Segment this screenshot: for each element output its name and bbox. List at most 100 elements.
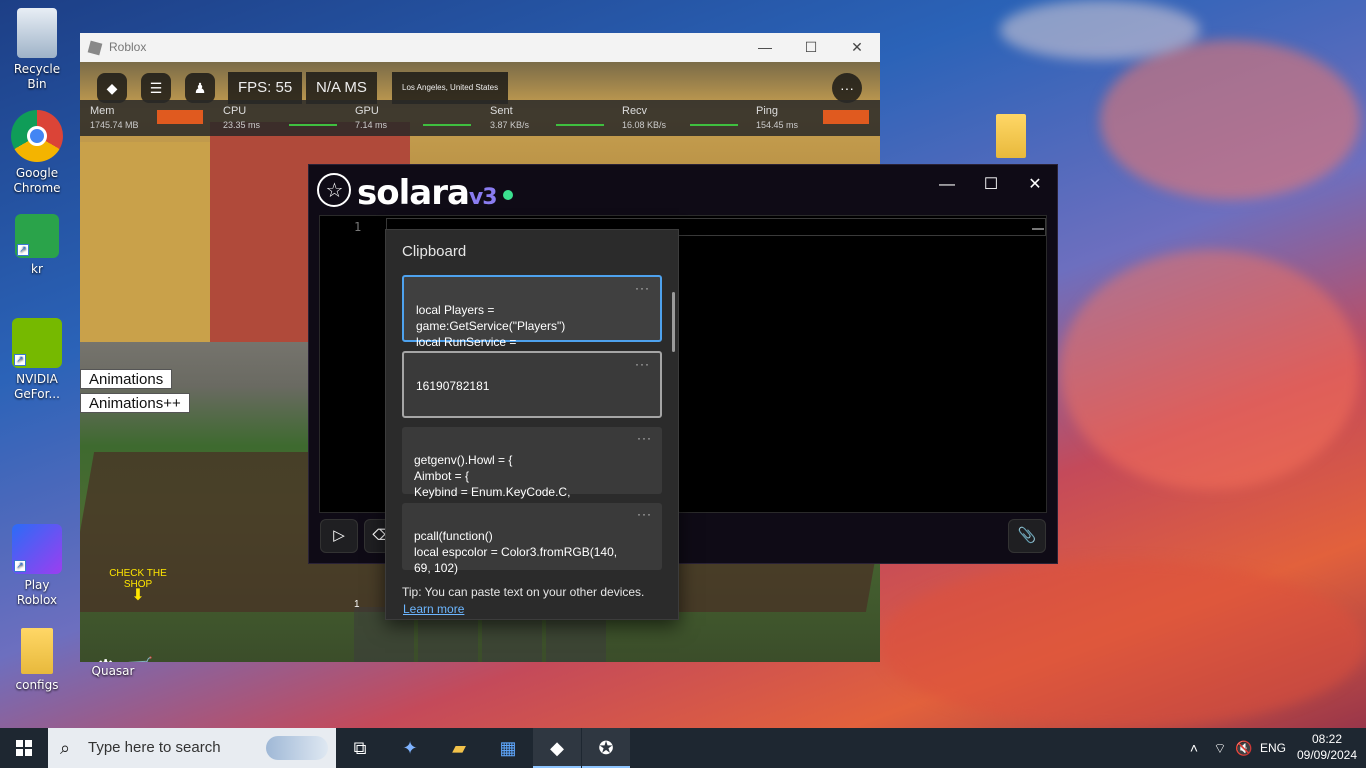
solara-logo-text: solara <box>357 173 470 213</box>
task-view-icon[interactable]: ⧉ <box>336 728 384 768</box>
taskbar: ⌕ Type here to search ⧉ ✦ ▰ ▦ ◆ ✪ ˄ ⌔ 🔇 … <box>0 728 1366 768</box>
search-placeholder: Type here to search <box>88 739 221 756</box>
perf-cpu: CPU 23.35 ms <box>223 100 343 136</box>
solara-version: v3 <box>468 185 498 210</box>
wallpaper-cloud <box>1100 40 1360 200</box>
clock-date: 09/09/2024 <box>1296 748 1358 762</box>
hud-animations[interactable]: Animations <box>80 369 173 389</box>
avatar-icon[interactable]: ♟ <box>185 73 215 103</box>
clipboard-item-text: getgenv().Howl = { Aimbot = { Keybind = … <box>414 453 571 499</box>
volume-muted-icon[interactable]: 🔇 <box>1232 728 1256 768</box>
learn-more-link[interactable]: Learn more <box>403 602 464 616</box>
wallpaper-cloud <box>1060 250 1360 490</box>
mem-bar <box>157 110 203 124</box>
cpu-label: CPU <box>223 105 247 117</box>
hud-animations-plus[interactable]: Animations++ <box>80 393 190 413</box>
animations-button-label: Animations <box>89 371 164 388</box>
location-value: Los Angeles, United States <box>402 83 499 92</box>
file-explorer-icon[interactable]: ▰ <box>435 728 483 768</box>
solara-taskbar-icon[interactable]: ✪ <box>582 728 630 768</box>
sent-graph <box>556 118 604 126</box>
taskbar-search-box[interactable]: ⌕ Type here to search <box>48 728 336 768</box>
more-options-icon[interactable]: ··· <box>832 73 862 103</box>
shop-cart-icon[interactable]: 🛒 <box>126 656 153 662</box>
desktop-icon-label: Recycle Bin <box>13 62 61 91</box>
clipboard-item-text: pcall(function() local espcolor = Color3… <box>414 529 618 575</box>
network-icon[interactable]: ⌔ <box>1208 728 1232 768</box>
roblox-taskbar-icon[interactable]: ◆ <box>533 728 581 768</box>
perf-sent: Sent 3.87 KB/s <box>490 100 610 136</box>
gpu-graph <box>423 118 471 126</box>
execute-button[interactable]: ▷ <box>320 519 358 553</box>
sent-value: 3.87 KB/s <box>490 120 530 130</box>
desktop-icon-quasar[interactable]: Quasar <box>80 664 146 679</box>
ram-icon: ↗ <box>15 214 59 258</box>
more-options-icon[interactable]: ··· <box>637 506 652 522</box>
clipboard-item[interactable]: 16190782181 ··· <box>402 351 662 418</box>
maximize-button[interactable]: ☐ <box>788 33 834 62</box>
clipboard-item[interactable]: pcall(function() local espcolor = Color3… <box>402 503 662 575</box>
more-options-icon[interactable]: ··· <box>635 356 650 372</box>
chrome-icon <box>11 110 63 162</box>
performance-stats-bar: Mem 1745.74 MB CPU 23.35 ms GPU 7.14 ms … <box>80 100 880 136</box>
clock-time: 08:22 <box>1311 732 1343 746</box>
gpu-value: 7.14 ms <box>355 120 388 130</box>
recv-label: Recv <box>622 105 648 117</box>
wallpaper-cloud <box>1000 0 1200 60</box>
solara-logo: ☆ solarav3 <box>317 173 513 213</box>
clipboard-tip: Tip: You can paste text on your other de… <box>402 585 645 599</box>
desktop-icon-label: Quasar <box>91 664 135 678</box>
desktop-icon-configs[interactable]: configs <box>4 628 70 693</box>
desktop-icon-label: Google Chrome <box>13 166 61 195</box>
desktop-icon-chrome[interactable]: Google Chrome <box>4 110 70 196</box>
desktop-folder-icon[interactable] <box>996 114 1026 158</box>
recycle-bin-icon <box>17 8 57 58</box>
ping-bar <box>823 110 869 124</box>
nvidia-icon: ↗ <box>12 318 62 368</box>
perf-recv: Recv 16.08 KB/s <box>622 100 742 136</box>
perf-gpu: GPU 7.14 ms <box>355 100 475 136</box>
gpu-label: GPU <box>355 105 379 117</box>
fps-value: FPS: 55 <box>238 79 293 96</box>
minimize-button[interactable]: — <box>742 33 788 62</box>
start-button[interactable] <box>0 728 48 768</box>
show-hidden-icons[interactable]: ˄ <box>1182 728 1206 768</box>
clipboard-item[interactable]: local Players = game:GetService("Players… <box>402 275 662 349</box>
line-number: 1 <box>354 220 362 234</box>
more-options-icon[interactable]: ··· <box>635 280 650 296</box>
microsoft-store-icon[interactable]: ▦ <box>484 728 532 768</box>
more-options-icon[interactable]: ··· <box>637 430 652 446</box>
clipboard-scrollbar[interactable] <box>672 292 675 352</box>
close-button[interactable]: ✕ <box>834 33 880 62</box>
clipboard-panel[interactable]: Clipboard local Players = game:GetServic… <box>385 229 679 620</box>
solara-maximize-button[interactable]: ☐ <box>969 171 1013 199</box>
settings-gear-icon[interactable]: ⚙ <box>94 656 117 662</box>
perf-mem: Mem 1745.74 MB <box>90 100 210 136</box>
roblox-titlebar[interactable]: Roblox — ☐ ✕ <box>80 33 880 62</box>
clipboard-item[interactable]: getgenv().Howl = { Aimbot = { Keybind = … <box>402 427 662 499</box>
desktop-icon-recycle-bin[interactable]: Recycle Bin <box>4 8 70 92</box>
ms-value: N/A MS <box>316 79 367 96</box>
arrow-down-icon: ⬇ <box>131 587 145 604</box>
desktop-icon-play-roblox[interactable]: ↗ Play Roblox <box>4 524 70 608</box>
clipboard-item-text: local Players = game:GetService("Players… <box>416 303 566 349</box>
language-indicator[interactable]: ENG <box>1256 728 1290 768</box>
desktop-icon-nvidia[interactable]: ↗ NVIDIA GeFor... <box>4 318 70 402</box>
ping-label: Ping <box>756 105 779 117</box>
attach-button[interactable]: 📎 <box>1008 519 1046 553</box>
shortcut-arrow-icon: ↗ <box>17 244 29 256</box>
desktop-icon-label: kr <box>31 262 43 276</box>
solara-close-button[interactable]: ✕ <box>1013 171 1057 199</box>
copilot-icon[interactable]: ✦ <box>386 728 434 768</box>
desktop-icon-kr[interactable]: ↗ kr <box>4 214 70 277</box>
wallpaper-cloud <box>880 560 1366 728</box>
mem-label: Mem <box>90 105 115 117</box>
roblox-studio-icon: ↗ <box>12 524 62 574</box>
solara-minimize-button[interactable]: — <box>925 171 969 199</box>
shortcut-arrow-icon: ↗ <box>14 560 26 572</box>
search-highlight-icon <box>266 736 328 760</box>
roblox-menu-icon[interactable]: ◆ <box>97 73 127 103</box>
chat-icon[interactable]: ☰ <box>141 73 171 103</box>
taskbar-clock[interactable]: 08:22 09/09/2024 <box>1292 731 1362 763</box>
clipboard-item-text: 16190782181 <box>416 379 490 393</box>
